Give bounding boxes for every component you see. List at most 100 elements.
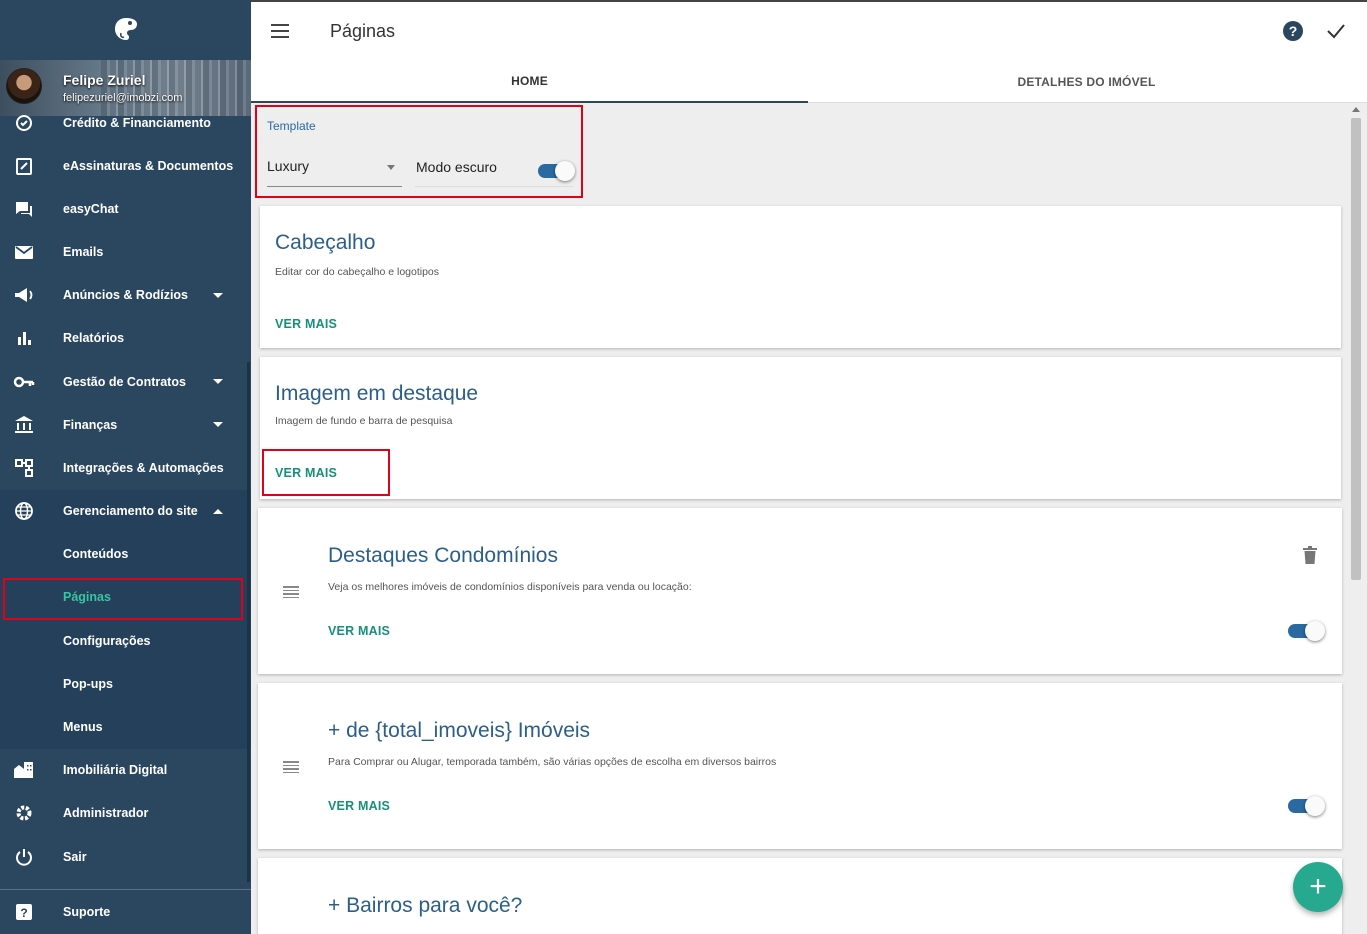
sidebar-item-eassinaturas[interactable]: eAssinaturas & Documentos (0, 144, 251, 187)
user-name: Felipe Zuriel (63, 72, 146, 88)
key-icon (12, 370, 36, 394)
section-card-imagem-destaque: Imagem em destaque Imagem de fundo e bar… (260, 357, 1341, 499)
highlight-box (3, 577, 243, 620)
sidebar-subitem-menus[interactable]: Menus (0, 705, 251, 748)
sidebar-item-label: Imobiliária Digital (63, 763, 168, 778)
chevron-down-icon (213, 379, 223, 385)
chevron-down-icon (213, 422, 223, 428)
menu-icon[interactable] (271, 24, 289, 38)
credit-icon (12, 111, 36, 135)
sidebar-item-label: Conteúdos (63, 547, 129, 562)
site-management-group: Gerenciamento do site Conteúdos Páginas … (0, 489, 251, 749)
sidebar-item-label: Administrador (63, 806, 149, 821)
tab-home[interactable]: HOME (251, 60, 808, 103)
template-select[interactable]: Luxury (267, 149, 402, 187)
sidebar-item-label: easyChat (63, 201, 119, 216)
bank-icon (12, 413, 36, 437)
ver-mais-button[interactable]: VER MAIS (328, 799, 390, 813)
top-bar: Páginas ? (251, 0, 1367, 60)
template-label: Template (267, 119, 316, 133)
add-section-button[interactable]: + (1293, 862, 1343, 912)
card-description: Editar cor do cabeçalho e logotipos (275, 266, 440, 278)
sidebar-subitem-paginas[interactable]: Páginas (0, 576, 251, 620)
integration-icon (12, 456, 36, 480)
sidebar-item-label: Anúncios & Rodízios (63, 288, 188, 303)
section-visibility-toggle[interactable] (1288, 621, 1325, 641)
sidebar-item-suporte[interactable]: ? Suporte (0, 890, 251, 934)
sidebar-item-label: Configurações (63, 633, 151, 648)
chameleon-logo-icon (114, 18, 137, 40)
sidebar-item-credito[interactable]: Crédito & Financiamento (0, 101, 251, 144)
avatar[interactable] (6, 68, 42, 104)
signature-icon (12, 154, 36, 178)
sidebar-item-label: Crédito & Financiamento (63, 115, 211, 130)
sidebar-item-sair[interactable]: Sair (0, 835, 251, 878)
dropdown-arrow-icon (387, 165, 395, 170)
template-section: Template Luxury Modo escuro (255, 105, 583, 198)
sidebar-item-label: Emails (63, 244, 104, 259)
section-visibility-toggle[interactable] (1288, 796, 1325, 816)
chevron-down-icon (213, 292, 223, 298)
help-icon: ? (12, 900, 36, 924)
sidebar-item-label: eAssinaturas & Documentos (63, 158, 234, 173)
sidebar-item-easychat[interactable]: easyChat (0, 187, 251, 230)
card-title: Destaques Condomínios (328, 544, 558, 567)
card-description: Imagem de fundo e barra de pesquisa (275, 415, 453, 427)
dark-mode-toggle[interactable] (538, 161, 575, 181)
chevron-up-icon (213, 508, 223, 514)
bar-chart-icon (12, 326, 36, 350)
save-check-icon[interactable] (1325, 20, 1347, 42)
main-content: Template Luxury Modo escuro Cabeçalho Ed… (251, 103, 1367, 934)
help-button[interactable]: ? (1283, 21, 1303, 41)
content-scrollbar[interactable] (1351, 118, 1361, 580)
sidebar-item-label: Integrações & Automações (63, 460, 224, 475)
svg-text:?: ? (20, 906, 27, 920)
page-title: Páginas (330, 21, 396, 41)
dark-mode-label: Modo escuro (416, 159, 497, 175)
template-select-value: Luxury (267, 158, 310, 174)
sidebar-item-emails[interactable]: Emails (0, 230, 251, 273)
sidebar-item-relatorios[interactable]: Relatórios (0, 317, 251, 360)
sidebar-item-administrador[interactable]: Administrador (0, 792, 251, 835)
sidebar-item-label: Gerenciamento do site (63, 504, 198, 519)
section-card-cabecalho: Cabeçalho Editar cor do cabeçalho e logo… (260, 206, 1341, 348)
scroll-up-arrow[interactable] (1352, 107, 1360, 112)
globe-icon (12, 499, 36, 523)
gear-icon (12, 801, 36, 825)
sidebar-item-contratos[interactable]: Gestão de Contratos (0, 360, 251, 403)
sidebar-item-integracoes[interactable]: Integrações & Automações (0, 446, 251, 489)
tab-bar: HOME DETALHES DO IMÓVEL (251, 60, 1367, 103)
sidebar-item-label: Sair (63, 849, 87, 864)
sidebar-scrollbar[interactable] (247, 362, 250, 882)
drag-handle-icon[interactable] (283, 761, 299, 773)
power-icon (12, 845, 36, 869)
sidebar-subitem-conteudos[interactable]: Conteúdos (0, 533, 251, 576)
card-title: Cabeçalho (275, 231, 376, 254)
dark-mode-row: Modo escuro (415, 149, 575, 187)
building-icon (12, 758, 36, 782)
email-icon (12, 240, 36, 264)
card-title: Imagem em destaque (275, 382, 479, 405)
ver-mais-button[interactable]: VER MAIS (275, 466, 337, 480)
card-title: + de {total_imoveis} Imóveis (328, 719, 591, 742)
trash-icon[interactable] (1303, 546, 1317, 564)
megaphone-icon (12, 283, 36, 307)
section-card-bairros: + Bairros para você? (258, 858, 1342, 934)
app-logo[interactable] (0, 0, 251, 60)
sidebar-item-gerenciamento[interactable]: Gerenciamento do site (0, 490, 251, 533)
sidebar-item-label: Menus (63, 720, 103, 735)
sidebar-item-financas[interactable]: Finanças (0, 403, 251, 446)
sidebar-item-imobiliaria[interactable]: Imobiliária Digital (0, 749, 251, 792)
tab-detalhes-imovel[interactable]: DETALHES DO IMÓVEL (808, 60, 1365, 103)
sidebar-item-anuncios[interactable]: Anúncios & Rodízios (0, 274, 251, 317)
sidebar-item-label: Pop-ups (63, 676, 113, 691)
sidebar-item-label: Páginas (63, 590, 111, 605)
section-card-total-imoveis: + de {total_imoveis} Imóveis Para Compra… (258, 683, 1342, 849)
sidebar-subitem-popups[interactable]: Pop-ups (0, 662, 251, 705)
ver-mais-button[interactable]: VER MAIS (275, 317, 337, 331)
sidebar-subitem-configuracoes[interactable]: Configurações (0, 619, 251, 662)
card-title: + Bairros para você? (328, 894, 523, 917)
drag-handle-icon[interactable] (283, 586, 299, 598)
ver-mais-button[interactable]: VER MAIS (328, 624, 390, 638)
section-card-destaques-condominios: Destaques Condomínios Veja os melhores i… (258, 508, 1342, 674)
